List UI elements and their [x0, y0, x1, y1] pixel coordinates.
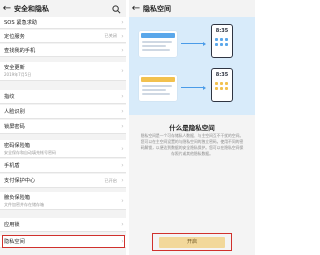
setting-item-file-safe[interactable]: 膀负保险箱 文件加密并存在储存箱 ›: [0, 192, 126, 210]
setting-item-payment-protection[interactable]: 支付保护中心 已开启 ›: [0, 174, 126, 188]
card-line: [142, 85, 172, 87]
arrow-line: [181, 87, 203, 88]
setting-item-app-lock[interactable]: 应用锁 ›: [0, 218, 126, 232]
section-description: 隐私空间是一个可存储私人数据、与主空间互不干扰的空间。您可以在主空间设置的与隐私…: [140, 133, 244, 156]
phone-icon: 8:35: [211, 68, 233, 102]
app-icon: [220, 38, 223, 41]
setting-label: 人脸识别: [4, 109, 25, 115]
top-bar: ← 安全和隐私: [0, 0, 126, 17]
setting-item-lock-screen-password[interactable]: 锁屏密码 ›: [0, 120, 126, 134]
private-space-illustration: 8:35 8:35: [129, 17, 255, 115]
app-icon: [220, 82, 223, 85]
app-icon: [225, 82, 228, 85]
section-heading: 什么是隐私空间: [169, 124, 215, 132]
arrow-left-icon[interactable]: ←: [129, 0, 143, 17]
main-space-card: [139, 31, 177, 57]
setting-label: 支付保护中心: [4, 178, 36, 184]
card-header: [141, 77, 175, 82]
top-bar: ← 隐私空间: [129, 0, 255, 17]
app-icon: [225, 43, 228, 46]
arrow-line: [181, 43, 203, 44]
card-line: [142, 93, 170, 95]
card-line: [142, 45, 166, 47]
setting-item-find-phone[interactable]: 查找我的手机 ›: [0, 44, 126, 57]
chevron-right-icon: ›: [121, 197, 124, 204]
setting-label: 定位服务: [4, 33, 25, 40]
phone-icon: 8:35: [211, 24, 233, 58]
app-icon: [215, 43, 218, 46]
chevron-right-icon: ›: [121, 177, 124, 184]
setting-item-face-recognition[interactable]: 人脸识别 ›: [0, 105, 126, 119]
arrow-left-icon[interactable]: ←: [0, 0, 14, 17]
setting-label: 膀负保险箱: [4, 194, 30, 201]
chevron-right-icon: ›: [121, 221, 124, 228]
app-icon: [215, 82, 218, 85]
setting-subtitle: 安全保存和自动填充帐号密码: [4, 149, 56, 155]
setting-label: 手机盾: [4, 163, 20, 169]
setting-label: 锁屏密码: [4, 124, 25, 130]
chevron-right-icon: ›: [121, 19, 124, 26]
setting-value: 已开启: [104, 177, 117, 183]
setting-value: 已关闭: [104, 33, 117, 38]
clock-time: 8:35: [215, 28, 229, 34]
private-space-card: [139, 75, 177, 101]
private-space-screen: ← 隐私空间 8:35 8:35 什么是隐私空间 隐私空间是一个可存储私人数据、…: [129, 0, 255, 255]
setting-label: 指纹: [4, 94, 15, 100]
chevron-right-icon: ›: [121, 123, 124, 130]
app-icon: [225, 38, 228, 41]
card-line: [142, 89, 166, 91]
enable-button[interactable]: 开启: [159, 237, 225, 248]
search-icon[interactable]: [112, 0, 126, 18]
page-title: 安全和隐私: [14, 4, 49, 13]
chevron-right-icon: ›: [121, 46, 124, 54]
chevron-right-icon: ›: [121, 108, 124, 115]
setting-label: SOS 紧急求助: [4, 20, 38, 26]
security-privacy-screen: ← 安全和隐私 SOS 紧急求助 › 定位服务 已关闭 › 查找我的手机 › 安…: [0, 0, 126, 255]
chevron-right-icon: ›: [121, 32, 124, 40]
app-icon: [215, 38, 218, 41]
setting-subtitle: 文件加密并存在储存箱: [4, 201, 44, 207]
clock-time: 8:35: [215, 72, 229, 78]
highlight-box: [2, 235, 125, 248]
page-title: 隐私空间: [143, 4, 171, 13]
arrow-right-icon: [203, 85, 206, 90]
app-icon: [220, 87, 223, 90]
chevron-right-icon: ›: [121, 67, 124, 75]
arrow-right-icon: [203, 41, 206, 46]
card-line: [142, 41, 172, 43]
chevron-right-icon: ›: [121, 145, 124, 152]
app-icon: [225, 87, 228, 90]
chevron-right-icon: ›: [121, 162, 124, 169]
setting-item-phone-shield[interactable]: 手机盾 ›: [0, 159, 126, 173]
setting-item-security-update[interactable]: 安全更新 2019年7月5日 ›: [0, 62, 126, 81]
setting-item-location[interactable]: 定位服务 已关闭 ›: [0, 30, 126, 43]
card-header: [141, 33, 175, 38]
card-line: [142, 49, 170, 51]
app-icon: [215, 87, 218, 90]
setting-label: 查找我的手机: [4, 47, 36, 54]
setting-subtitle: 2019年7月5日: [4, 72, 32, 77]
chevron-right-icon: ›: [121, 93, 124, 100]
setting-label: 密码保险箱: [4, 142, 30, 149]
setting-item-password-vault[interactable]: 密码保险箱 安全保存和自动填充帐号密码 ›: [0, 140, 126, 158]
setting-label: 应用锁: [4, 222, 20, 228]
sidebar-item-sos[interactable]: SOS 紧急求助 ›: [0, 17, 126, 29]
app-icon: [220, 43, 223, 46]
setting-label: 安全更新: [4, 65, 25, 71]
setting-item-fingerprint[interactable]: 指纹 ›: [0, 90, 126, 104]
